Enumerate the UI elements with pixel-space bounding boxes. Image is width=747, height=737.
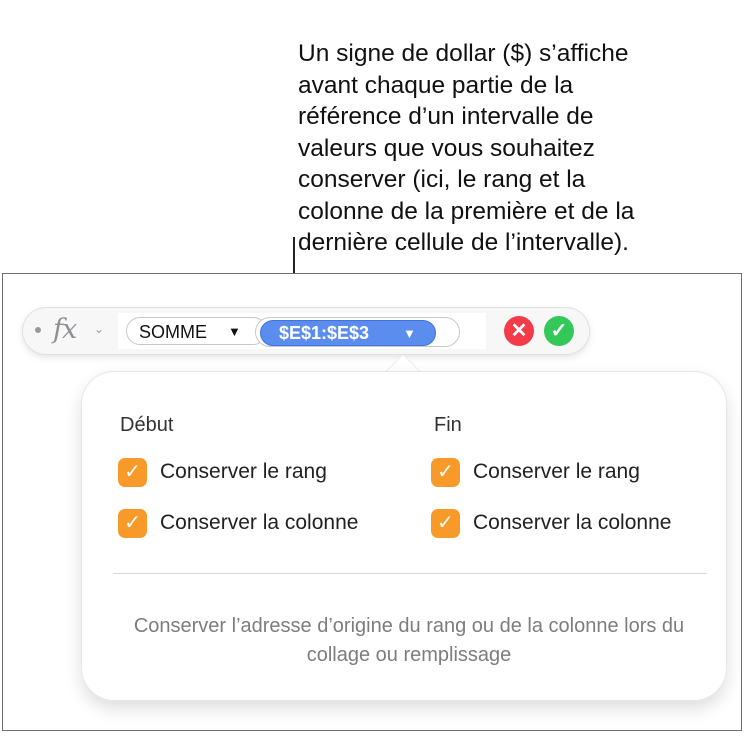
start-keep-row-label: Conserver le rang xyxy=(160,460,327,483)
start-keep-column-checkbox[interactable]: ✓ xyxy=(118,508,147,538)
end-keep-row-checkbox[interactable]: ✓ xyxy=(431,457,460,487)
end-keep-column-checkbox[interactable]: ✓ xyxy=(431,508,460,538)
end-keep-column-option[interactable]: ✓ Conserver la colonne xyxy=(431,507,671,539)
callout-text: Un signe de dollar ($) s’affiche avant c… xyxy=(298,40,635,256)
range-reference-label: $E$1:$E$3 xyxy=(279,323,370,343)
start-section-title: Début xyxy=(120,414,174,436)
start-keep-row-checkbox[interactable]: ✓ xyxy=(118,457,147,487)
function-fx-icon[interactable]: fx xyxy=(53,314,77,345)
formula-bar: fx ⌄ SOMME ▼ $E$1:$E$3 ▼ ✕ ✓ xyxy=(23,308,589,354)
start-keep-column-option[interactable]: ✓ Conserver la colonne xyxy=(118,507,358,539)
start-keep-column-label: Conserver la colonne xyxy=(160,511,359,534)
function-token-label: SOMME xyxy=(139,322,208,342)
function-token-somme[interactable]: SOMME ▼ xyxy=(126,317,267,345)
end-keep-row-label: Conserver le rang xyxy=(473,460,640,483)
popover-divider xyxy=(113,573,707,574)
reference-options-popover: Début Fin ✓ Conserver le rang ✓ Conserve… xyxy=(82,372,726,700)
range-reference-token[interactable]: $E$1:$E$3 ▼ xyxy=(260,320,436,346)
formula-bar-drag-handle-icon[interactable] xyxy=(35,327,41,333)
cancel-formula-button[interactable]: ✕ xyxy=(504,316,534,346)
range-reference-dropdown-icon[interactable]: ▼ xyxy=(403,326,416,341)
end-section-title: Fin xyxy=(434,414,462,436)
end-keep-column-label: Conserver la colonne xyxy=(473,511,672,534)
end-keep-row-option[interactable]: ✓ Conserver le rang xyxy=(431,456,640,488)
accept-formula-button[interactable]: ✓ xyxy=(544,316,574,346)
fx-chevron-down-icon[interactable]: ⌄ xyxy=(94,322,104,336)
function-token-dropdown-icon[interactable]: ▼ xyxy=(228,324,241,339)
start-keep-row-option[interactable]: ✓ Conserver le rang xyxy=(118,456,327,488)
popover-help-text: Conserver l’adresse d’origine du rang ou… xyxy=(133,615,685,666)
